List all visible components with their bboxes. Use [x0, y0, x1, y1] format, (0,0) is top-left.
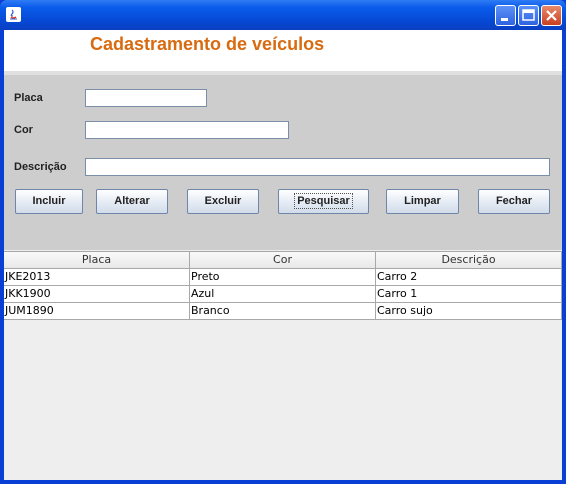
pesquisar-button[interactable]: Pesquisar	[278, 189, 369, 214]
cell-descricao: Carro 2	[376, 269, 562, 285]
page-title: Cadastramento de veículos	[90, 34, 325, 54]
cell-cor: Preto	[190, 269, 376, 285]
window-content: Cadastramento de veículos Placa Cor Desc…	[4, 30, 562, 480]
cell-descricao: Carro 1	[376, 286, 562, 302]
vehicles-table[interactable]: Placa Cor Descrição JKE2013 Preto Carro …	[4, 251, 562, 320]
cell-cor: Branco	[190, 303, 376, 319]
header-panel: Cadastramento de veículos	[4, 30, 562, 71]
alterar-button-label: Alterar	[114, 195, 150, 207]
vehicle-form: Placa Cor Descrição Incluir Alterar Excl…	[4, 75, 562, 250]
table-row[interactable]: JKK1900 Azul Carro 1	[4, 286, 562, 303]
cell-placa: JKE2013	[4, 269, 190, 285]
column-header-placa[interactable]: Placa	[4, 252, 190, 268]
cell-descricao: Carro sujo	[376, 303, 562, 319]
descricao-label: Descrição	[14, 161, 67, 173]
excluir-button[interactable]: Excluir	[187, 189, 259, 214]
minimize-button[interactable]	[495, 5, 516, 26]
placa-label: Placa	[14, 92, 43, 104]
column-header-cor[interactable]: Cor	[190, 252, 376, 268]
table-row[interactable]: JKE2013 Preto Carro 2	[4, 269, 562, 286]
java-app-icon	[6, 7, 21, 22]
incluir-button-label: Incluir	[32, 195, 66, 207]
excluir-button-label: Excluir	[204, 195, 242, 207]
maximize-button[interactable]	[518, 5, 539, 26]
close-button[interactable]	[541, 5, 562, 26]
incluir-button[interactable]: Incluir	[15, 189, 83, 214]
alterar-button[interactable]: Alterar	[96, 189, 168, 214]
cell-placa: JKK1900	[4, 286, 190, 302]
cor-label: Cor	[14, 124, 33, 136]
title-bar[interactable]	[0, 0, 566, 30]
table-header: Placa Cor Descrição	[4, 251, 562, 269]
fechar-button-label: Fechar	[495, 195, 533, 207]
cell-placa: JUM1890	[4, 303, 190, 319]
column-header-descricao[interactable]: Descrição	[376, 252, 562, 268]
limpar-button-label: Limpar	[404, 195, 441, 207]
descricao-input[interactable]	[85, 158, 550, 176]
fechar-button[interactable]: Fechar	[478, 189, 550, 214]
app-window: Cadastramento de veículos Placa Cor Desc…	[0, 0, 566, 484]
pesquisar-button-label: Pesquisar	[294, 193, 353, 209]
cell-cor: Azul	[190, 286, 376, 302]
limpar-button[interactable]: Limpar	[386, 189, 459, 214]
cor-input[interactable]	[85, 121, 289, 139]
table-row[interactable]: JUM1890 Branco Carro sujo	[4, 303, 562, 320]
placa-input[interactable]	[85, 89, 207, 107]
